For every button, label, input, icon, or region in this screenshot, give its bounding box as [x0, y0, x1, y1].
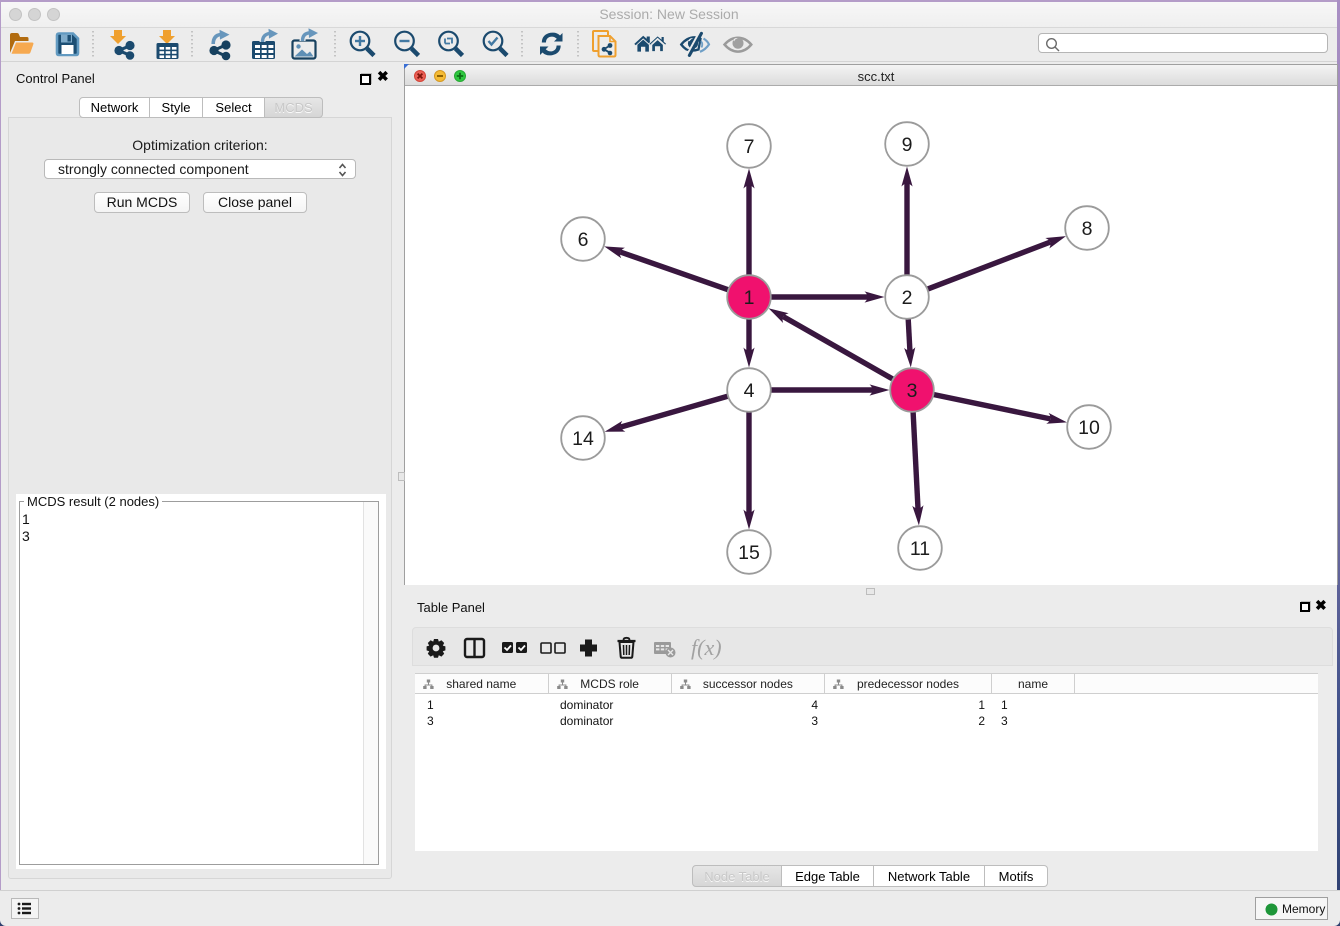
- svg-text:14: 14: [572, 428, 594, 450]
- svg-text:10: 10: [1078, 417, 1100, 439]
- svg-text:11: 11: [910, 538, 930, 560]
- svg-text:9: 9: [902, 134, 913, 156]
- svg-text:2: 2: [902, 287, 913, 309]
- svg-text:8: 8: [1082, 218, 1093, 240]
- svg-text:3: 3: [907, 380, 918, 402]
- svg-text:7: 7: [744, 136, 755, 158]
- svg-text:f(x): f(x): [691, 635, 722, 660]
- svg-text:1: 1: [744, 287, 755, 309]
- svg-text:15: 15: [738, 542, 760, 564]
- svg-text:6: 6: [578, 229, 589, 251]
- svg-text:4: 4: [744, 380, 755, 402]
